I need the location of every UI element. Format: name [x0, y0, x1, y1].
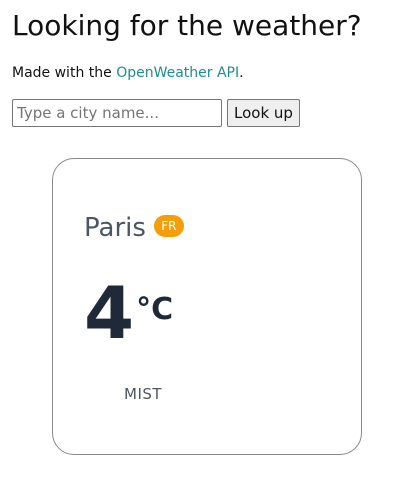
- temperature-row: 4 °C: [84, 277, 173, 349]
- weather-condition: MIST: [124, 385, 163, 403]
- city-row: Paris FR: [84, 211, 184, 245]
- credit-prefix: Made with the: [12, 65, 117, 81]
- look-up-button[interactable]: Look up: [227, 99, 300, 127]
- search-form: Look up: [12, 99, 300, 127]
- page-title: Looking for the weather?: [12, 9, 362, 42]
- credit-text: Made with the OpenWeather API.: [12, 64, 244, 82]
- city-name: Paris: [84, 213, 146, 243]
- temperature-value: 4: [84, 271, 135, 355]
- temperature-unit: °C: [136, 292, 174, 327]
- weather-card: Paris FR 4 °C MIST: [52, 158, 362, 455]
- city-search-input[interactable]: [12, 99, 222, 127]
- country-badge: FR: [153, 215, 184, 237]
- credit-suffix: .: [239, 65, 244, 81]
- openweather-api-link[interactable]: OpenWeather API: [116, 65, 239, 81]
